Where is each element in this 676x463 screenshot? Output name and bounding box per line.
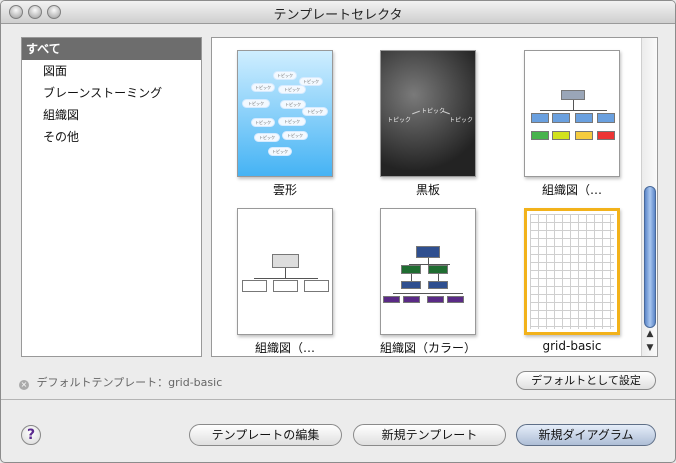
template-label: 黒板 <box>415 183 440 197</box>
cloud-preview: トピック トピック トピック トピック トピック トピック トピック トピック … <box>237 50 333 177</box>
scroll-thumb[interactable] <box>644 186 656 328</box>
new-diagram-button[interactable]: 新規ダイアグラム <box>516 424 656 446</box>
template-label: 組織図（カラー） <box>379 341 476 355</box>
template-selector-window: テンプレートセレクタ すべて 図面 ブレーンストーミング 組織図 その他 トピッ… <box>0 0 676 463</box>
edit-template-button[interactable]: テンプレートの編集 <box>189 424 342 446</box>
template-label: 組織図（… <box>541 183 602 197</box>
sidebar-item-drawing[interactable]: 図面 <box>22 60 201 82</box>
sidebar-item-brainstorming[interactable]: ブレーンストーミング <box>22 82 201 104</box>
gallery-scrollbar[interactable]: ▲ ▼ <box>641 38 657 356</box>
org-chart-preview <box>524 50 620 177</box>
titlebar: テンプレートセレクタ <box>1 1 675 24</box>
scroll-down-icon[interactable]: ▼ <box>645 343 655 353</box>
org-chart-preview <box>380 208 476 335</box>
scroll-up-icon[interactable]: ▲ <box>645 329 655 339</box>
footer-divider <box>1 399 675 400</box>
template-gallery: トピック トピック トピック トピック トピック トピック トピック トピック … <box>211 37 658 357</box>
grid-preview <box>524 208 620 335</box>
blackboard-preview: トピック トピック トピック <box>380 50 476 177</box>
x-icon: × <box>19 380 29 390</box>
default-template-label: × デフォルトテンプレート：grid-basic <box>19 376 223 390</box>
org-chart-preview <box>237 208 333 335</box>
set-default-button[interactable]: デフォルトとして設定 <box>516 371 656 390</box>
sidebar-item-org-chart[interactable]: 組織図 <box>22 104 201 126</box>
template-label: 雲形 <box>272 183 297 197</box>
template-label: grid-basic <box>542 339 602 353</box>
sidebar-item-all[interactable]: すべて <box>22 38 201 60</box>
template-label: 組織図（… <box>254 341 315 355</box>
new-template-button[interactable]: 新規テンプレート <box>353 424 506 446</box>
window-title: テンプレートセレクタ <box>273 8 403 23</box>
help-button[interactable]: ? <box>21 425 41 445</box>
category-list: すべて 図面 ブレーンストーミング 組織図 その他 <box>21 37 202 357</box>
sidebar-item-other[interactable]: その他 <box>22 126 201 148</box>
